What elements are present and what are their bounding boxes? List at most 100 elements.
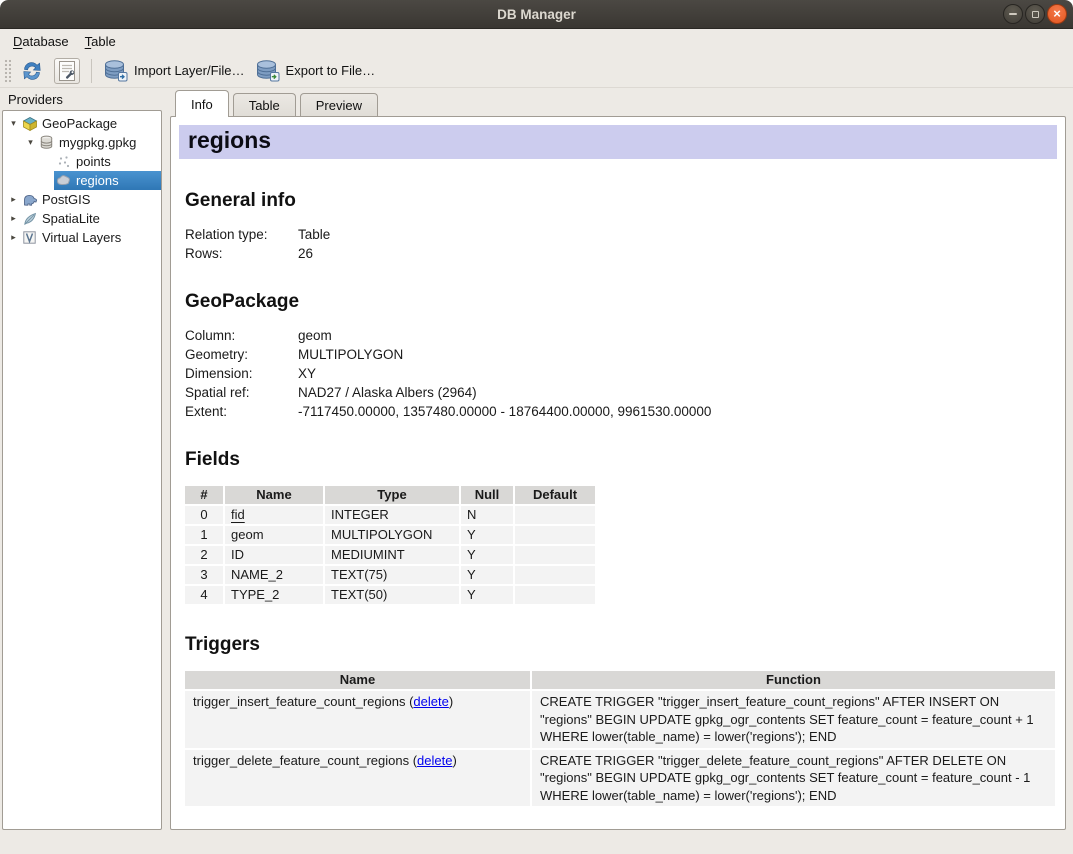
trigger-name-cell: trigger_delete_feature_count_regions (de…	[185, 750, 530, 807]
field-cell	[515, 526, 595, 544]
tree-item-regions[interactable]: regions	[3, 171, 161, 190]
field-cell: 2	[185, 546, 223, 564]
info-value: MULTIPOLYGON	[298, 345, 403, 364]
close-button[interactable]: ×	[1047, 4, 1067, 24]
postgis-icon	[21, 192, 38, 208]
tree-item-geopackage[interactable]: ▾ GeoPackage	[3, 114, 161, 133]
export-file-label: Export to File…	[286, 63, 376, 78]
tree-item-label: SpatiaLite	[42, 211, 100, 226]
minimize-button[interactable]	[1003, 4, 1023, 24]
toolbar: Import Layer/File… Export to File…	[0, 54, 1073, 88]
db-export-icon	[255, 59, 280, 82]
tree-item-postgis[interactable]: ▸PostGIS	[3, 190, 161, 209]
trigger-row: trigger_delete_feature_count_regions (de…	[185, 750, 1055, 807]
geopackage-icon	[21, 116, 38, 132]
expander-closed-icon[interactable]: ▸	[7, 213, 20, 224]
field-cell: ID	[225, 546, 323, 564]
tab-info[interactable]: Info	[175, 90, 229, 117]
info-value: -7117450.00000, 1357480.00000 - 18764400…	[298, 402, 711, 421]
page-title: regions	[188, 127, 1048, 154]
menu-database[interactable]: Database	[5, 31, 77, 52]
triggers-heading: Triggers	[185, 634, 1057, 656]
info-label: Column:	[185, 326, 298, 345]
tree-item-points[interactable]: points	[3, 152, 161, 171]
field-row: 3NAME_2TEXT(75)Y	[185, 566, 595, 584]
tree-item-label: mygpkg.gpkg	[59, 135, 136, 150]
db-import-icon	[103, 59, 128, 82]
info-label: Spatial ref:	[185, 383, 298, 402]
info-value: 26	[298, 244, 313, 263]
field-cell: N	[461, 506, 513, 524]
field-row: 1geomMULTIPOLYGONY	[185, 526, 595, 544]
field-cell: 4	[185, 586, 223, 604]
field-cell: Y	[461, 586, 513, 604]
trigger-name-cell: trigger_insert_feature_count_regions (de…	[185, 691, 530, 748]
sql-window-icon	[54, 58, 80, 84]
info-value: XY	[298, 364, 316, 383]
field-cell: Y	[461, 546, 513, 564]
expander-open-icon[interactable]: ▾	[7, 118, 20, 129]
field-cell: Y	[461, 526, 513, 544]
export-file-button[interactable]: Export to File…	[250, 57, 381, 84]
tree-item-mygpkg-gpkg[interactable]: ▾ mygpkg.gpkg	[3, 133, 161, 152]
spatialite-icon	[21, 211, 38, 227]
trigger-row: trigger_insert_feature_count_regions (de…	[185, 691, 1055, 748]
database-icon	[38, 135, 55, 150]
window-controls: ×	[1001, 4, 1067, 24]
tabbar: InfoTablePreview	[170, 90, 1066, 116]
triggers-header-name: Name	[185, 671, 530, 689]
expander-open-icon[interactable]: ▾	[24, 137, 37, 148]
field-cell: MULTIPOLYGON	[325, 526, 459, 544]
field-cell	[515, 546, 595, 564]
fields-header-type: Type	[325, 486, 459, 504]
menubar: DatabaseTable	[0, 29, 1073, 54]
providers-tree[interactable]: ▾ GeoPackage ▾ mygpkg.gpkg pointsregions▸Pos…	[2, 110, 162, 830]
delete-trigger-link[interactable]: delete	[417, 753, 452, 768]
field-cell	[515, 566, 595, 584]
tree-item-spatialite[interactable]: ▸ SpatiaLite	[3, 209, 161, 228]
tab-preview[interactable]: Preview	[300, 93, 378, 116]
fields-header-default: Default	[515, 486, 595, 504]
tree-item-virtual-layers[interactable]: ▸Virtual Layers	[3, 228, 161, 247]
menu-table[interactable]: Table	[77, 31, 124, 52]
providers-title: Providers	[2, 90, 162, 110]
toolbar-drag-handle[interactable]	[4, 59, 11, 83]
triggers-header-function: Function	[532, 671, 1055, 689]
field-cell: TEXT(50)	[325, 586, 459, 604]
titlebar[interactable]: DB Manager ×	[0, 0, 1073, 29]
window-title: DB Manager	[497, 7, 576, 22]
field-cell: 3	[185, 566, 223, 584]
fields-table: #NameTypeNullDefault 0fidINTEGERN1geomMU…	[183, 484, 597, 606]
refresh-icon	[20, 59, 44, 83]
field-cell: 1	[185, 526, 223, 544]
info-row: Geometry:MULTIPOLYGON	[185, 345, 1057, 364]
trigger-function-cell: CREATE TRIGGER "trigger_delete_feature_c…	[532, 750, 1055, 807]
polygon-layer-icon	[55, 173, 72, 188]
import-layer-button[interactable]: Import Layer/File…	[98, 57, 250, 84]
expander-closed-icon[interactable]: ▸	[7, 232, 20, 243]
db-manager-window: DB Manager × DatabaseTable	[0, 0, 1073, 854]
fields-header-null: Null	[461, 486, 513, 504]
field-cell: MEDIUMINT	[325, 546, 459, 564]
info-row: Relation type:Table	[185, 225, 1057, 244]
sql-window-button[interactable]	[49, 56, 85, 86]
info-scroll-area[interactable]: regions General info Relation type:Table…	[171, 117, 1065, 829]
fields-header-: #	[185, 486, 223, 504]
minimize-icon	[1009, 13, 1017, 15]
info-value: NAD27 / Alaska Albers (2964)	[298, 383, 477, 402]
info-row: Spatial ref:NAD27 / Alaska Albers (2964)	[185, 383, 1057, 402]
field-row: 4TYPE_2TEXT(50)Y	[185, 586, 595, 604]
tree-item-label: GeoPackage	[42, 116, 117, 131]
points-layer-icon	[55, 155, 72, 169]
maximize-button[interactable]	[1025, 4, 1045, 24]
info-row: Dimension:XY	[185, 364, 1057, 383]
info-label: Relation type:	[185, 225, 298, 244]
expander-closed-icon[interactable]: ▸	[7, 194, 20, 205]
field-row: 0fidINTEGERN	[185, 506, 595, 524]
trigger-function-cell: CREATE TRIGGER "trigger_insert_feature_c…	[532, 691, 1055, 748]
info-row: Extent:-7117450.00000, 1357480.00000 - 1…	[185, 402, 1057, 421]
providers-sidebar: Providers ▾ GeoPackage ▾ mygpkg.gpkg pointsr…	[2, 90, 162, 830]
refresh-button[interactable]	[15, 57, 49, 85]
tab-table[interactable]: Table	[233, 93, 296, 116]
delete-trigger-link[interactable]: delete	[413, 694, 448, 709]
